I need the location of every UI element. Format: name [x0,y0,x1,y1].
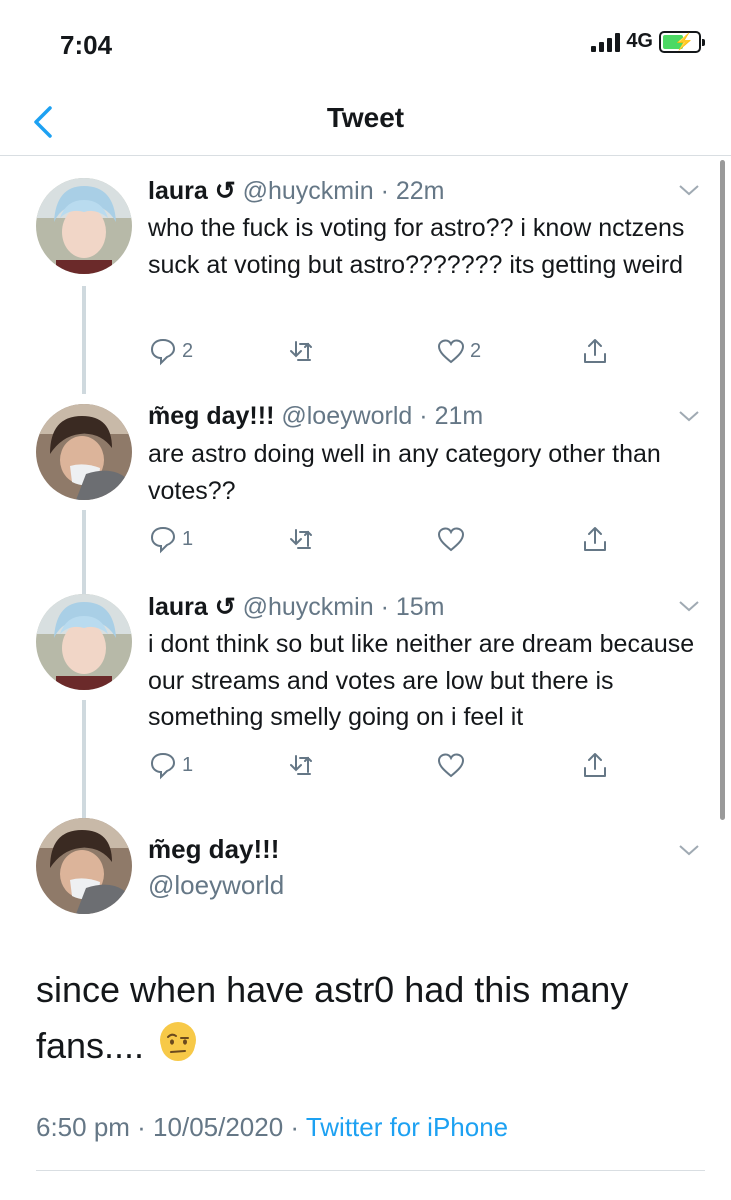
retweet-icon [290,529,312,549]
nav-bar: Tweet [0,90,731,156]
status-time: 7:04 [60,30,113,60]
share-button[interactable] [580,336,610,366]
heart-icon [437,527,465,552]
chevron-down-icon[interactable] [677,406,701,426]
avatar[interactable] [36,178,132,274]
handle[interactable]: @huyckmin [243,177,374,205]
retweet-button[interactable] [288,524,322,554]
timestamp: · 22m [380,177,445,205]
comment-icon [150,526,176,554]
raised-eyebrow-face-icon [160,1022,197,1061]
like-button[interactable] [436,524,470,554]
handle[interactable]: @loeyworld [148,870,284,901]
reply-header: m̃eg day!!! @loeyworld · 21m [148,402,483,431]
tweet-text: since when have astr0 had this many fans… [36,962,706,1074]
tweet-text: are astro doing well in any category oth… [148,440,661,505]
reply-header: laura ↺ @huyckmin · 15m [148,592,444,622]
chevron-down-icon[interactable] [677,596,701,616]
reply-button[interactable]: 1 [148,750,193,780]
heart-icon [437,753,465,778]
display-name[interactable]: m̃eg day!!! [148,402,274,430]
tweet-text-content: since when have astr0 had this many fans… [36,969,629,1066]
retweet-button[interactable] [288,336,322,366]
reply-button[interactable]: 2 [148,336,193,366]
heart-icon [437,339,465,364]
avatar[interactable] [36,404,132,500]
share-icon [584,753,606,777]
action-bar: 1 [148,524,618,558]
name-suffix: ↺ [214,177,236,205]
avatar[interactable] [36,818,132,914]
like-button[interactable] [436,750,470,780]
status-bar: 7:04 4G ⚡ [0,0,731,90]
timestamp: · 15m [380,593,445,621]
tweet-timestamp: 6:50 pm · 10/05/2020 · [36,1112,300,1142]
share-button[interactable] [580,750,610,780]
like-button[interactable]: 2 [436,336,481,366]
like-count: 2 [470,339,482,362]
display-name[interactable]: laura [148,593,208,621]
action-bar: 1 [148,750,618,784]
retweet-button[interactable] [288,750,322,780]
network-label: 4G [626,30,653,52]
thread-line [82,286,86,394]
tweet-text: i dont think so but like neither are dre… [148,630,695,731]
status-indicators: 4G ⚡ [591,30,705,53]
handle[interactable]: @loeyworld [281,402,412,430]
reply-count: 1 [182,527,194,550]
display-name[interactable]: laura [148,177,208,205]
share-icon [584,527,606,551]
page-title: Tweet [326,102,405,133]
action-bar: 2 2 [148,336,618,370]
comment-icon [150,752,176,780]
share-icon [584,339,606,363]
scrollbar[interactable] [720,160,725,820]
timestamp: · 21m [419,402,484,430]
reply-header: laura ↺ @huyckmin · 22m [148,176,444,206]
name-suffix: ↺ [214,593,236,621]
source-link[interactable]: Twitter for iPhone [306,1112,508,1142]
retweet-icon [290,755,312,775]
share-button[interactable] [580,524,610,554]
retweet-icon [290,341,312,361]
handle[interactable]: @huyckmin [243,593,374,621]
reply-button[interactable]: 1 [148,524,193,554]
thread-line [82,510,86,596]
battery-icon: ⚡ [659,30,705,53]
comment-icon [150,338,176,366]
divider [36,1170,705,1171]
reply-count: 1 [182,753,194,776]
display-name[interactable]: m̃eg day!!! [148,834,279,865]
reply-count: 2 [182,339,194,362]
tweet-meta: 6:50 pm · 10/05/2020 · Twitter for iPhon… [36,1112,508,1143]
signal-icon [591,32,621,52]
tweet-text: who the fuck is voting for astro?? i kno… [148,214,685,279]
thread-line [82,700,86,820]
avatar[interactable] [36,594,132,690]
chevron-down-icon[interactable] [677,180,701,200]
chevron-down-icon[interactable] [677,840,701,860]
